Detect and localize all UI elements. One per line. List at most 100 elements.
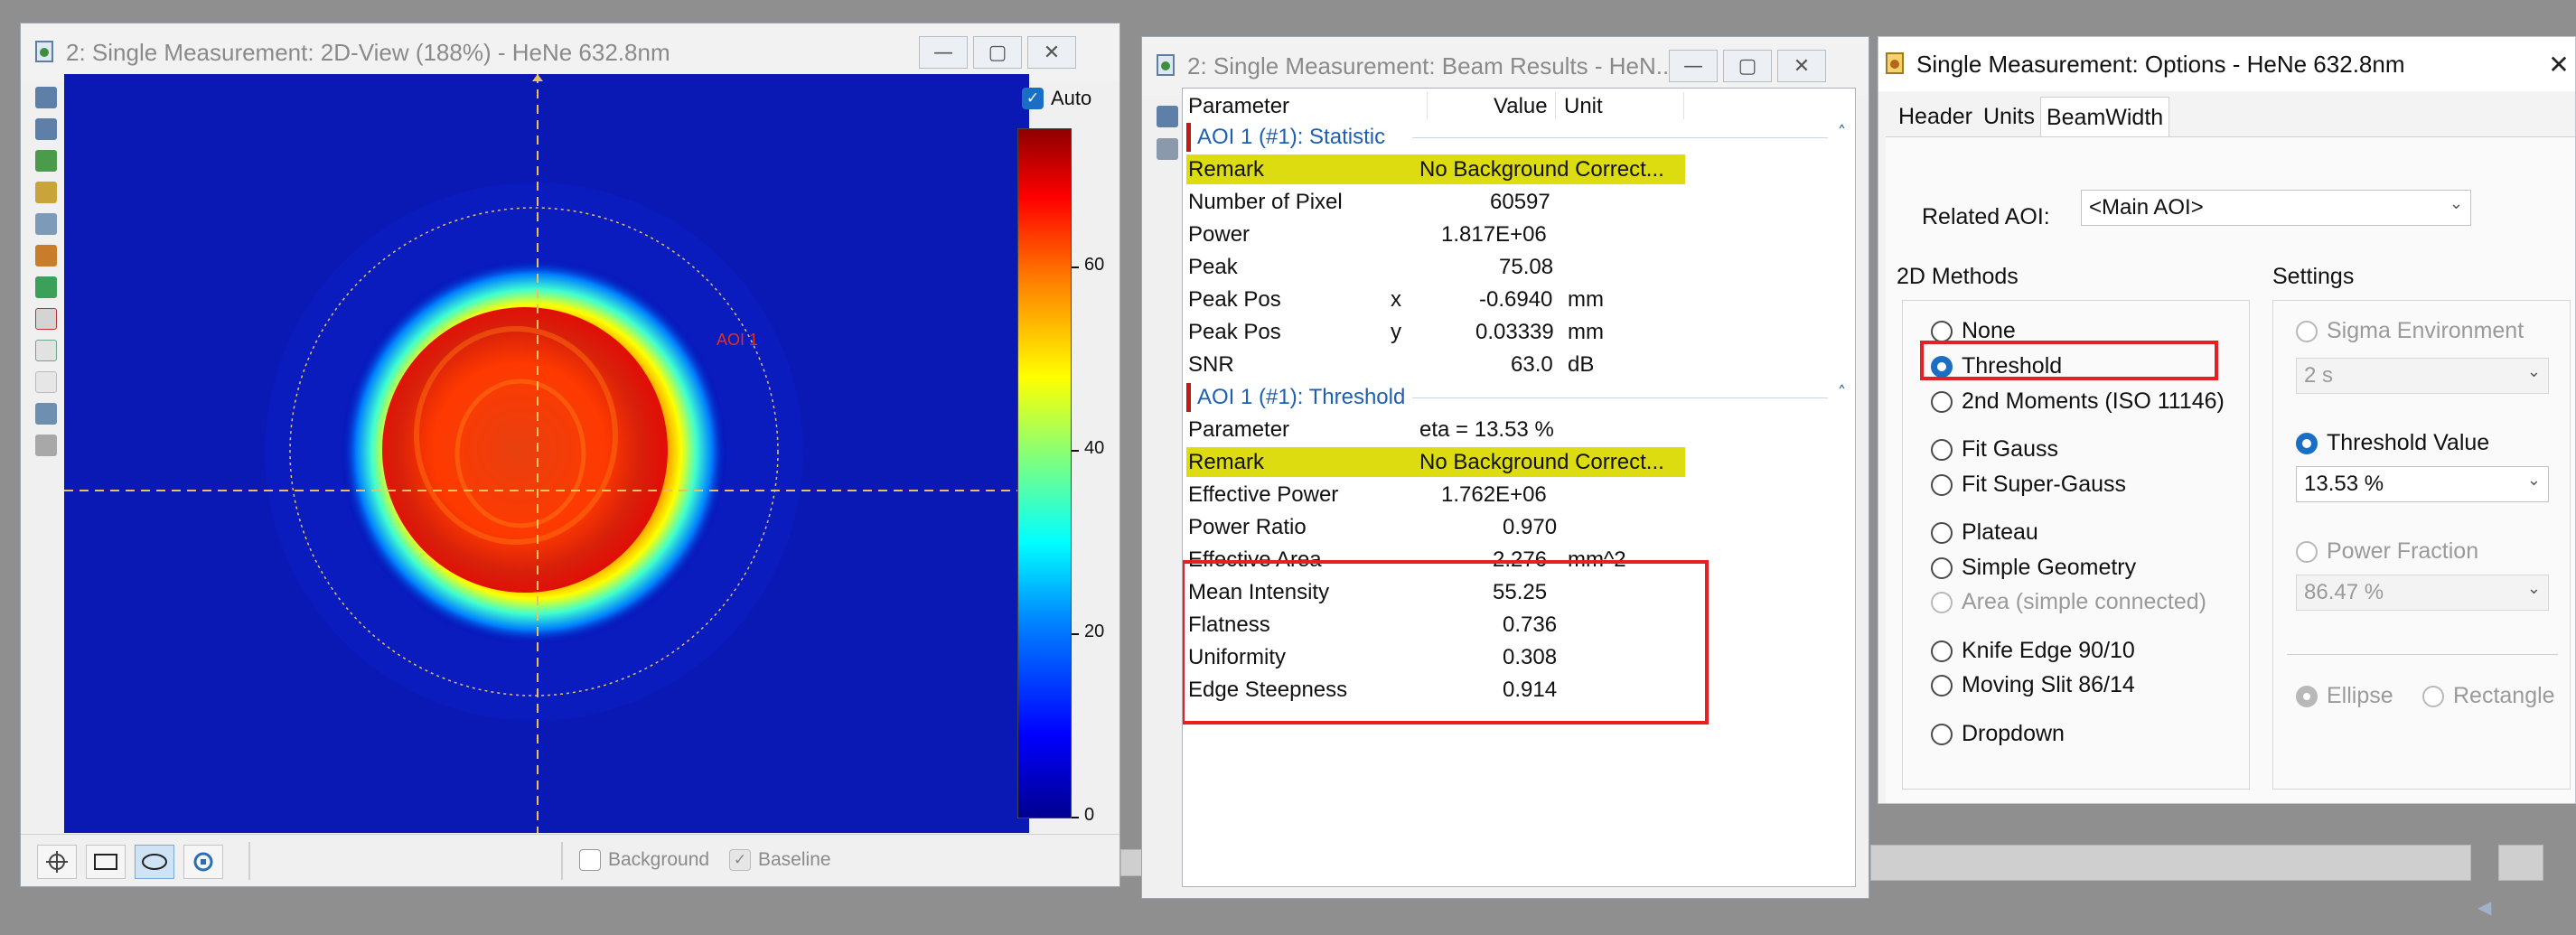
radio-label: Fit Super-Gauss [1962, 472, 2127, 497]
radio-label: Power Fraction [2327, 538, 2479, 564]
title-bar[interactable]: Single Measurement: Options - HeNe 632.8… [1878, 37, 2575, 91]
close-button[interactable]: ✕ [1027, 36, 1076, 69]
close-button[interactable]: ✕ [1777, 50, 1826, 82]
beam-image[interactable]: AOI 1 [64, 74, 1029, 833]
results-table[interactable]: Parameter Value Unit AOI 1 (#1): Statist… [1182, 88, 1856, 887]
minimize-button[interactable]: — [919, 36, 968, 69]
window-title: 2: Single Measurement: 2D-View (188%) - … [66, 38, 670, 66]
column-header-value[interactable]: Value [1494, 94, 1548, 119]
radio-power-fraction[interactable]: Power Fraction [2296, 538, 2478, 565]
section-marker [1186, 383, 1191, 412]
profile-icon[interactable] [35, 340, 57, 361]
minimize-button[interactable]: — [1669, 50, 1718, 82]
rectangle-tool-button[interactable] [86, 845, 126, 879]
blank-icon[interactable] [35, 371, 57, 393]
window-beam-results[interactable]: 2: Single Measurement: Beam Results - He… [1141, 36, 1869, 899]
collapse-caret-icon[interactable]: ˄ [1838, 123, 1846, 142]
table-header: Parameter Value Unit [1183, 89, 1855, 121]
view-bottom-toolbar: Background ✓ Baseline [21, 834, 1119, 886]
column-header-unit[interactable]: Unit [1564, 94, 1603, 119]
row-value: -0.6940 [1479, 287, 1553, 312]
title-bar[interactable]: 2: Single Measurement: 2D-View (188%) - … [21, 23, 1119, 81]
radio-label: Sigma Environment [2327, 318, 2524, 343]
section-threshold[interactable]: AOI 1 (#1): Threshold ˄ [1186, 381, 1855, 414]
row-name: Number of Pixel [1188, 190, 1343, 214]
radio-dropdown[interactable]: Dropdown [1931, 721, 2065, 747]
radio-plateau[interactable]: Plateau [1931, 519, 2038, 546]
radio-2nd-moments[interactable]: 2nd Moments (ISO 11146) [1931, 388, 2225, 415]
related-aoi-select[interactable]: <Main AOI> ⌄ [2081, 190, 2471, 226]
background-window-strip [1870, 845, 2471, 881]
settings-icon[interactable] [35, 435, 57, 456]
methods-title: 2D Methods [1897, 264, 2019, 289]
color-scale-bar [1017, 128, 1072, 818]
power-fraction-select[interactable]: 86.47 % ⌄ [2296, 575, 2549, 611]
radio-fit-super-gauss[interactable]: Fit Super-Gauss [1931, 472, 2126, 498]
save-icon[interactable] [1157, 106, 1178, 127]
column-header-parameter[interactable]: Parameter [1188, 94, 1289, 119]
save-all-icon[interactable] [35, 118, 57, 140]
color-map-icon[interactable] [35, 276, 57, 298]
maximize-button[interactable]: ▢ [1723, 50, 1772, 82]
refresh-icon[interactable] [35, 150, 57, 172]
settings-divider [2287, 654, 2558, 655]
table-row: Parameter eta = 13.53 % [1186, 414, 1855, 446]
ellipse-tool-button[interactable] [135, 845, 174, 879]
tab-units[interactable]: Units [1978, 97, 2040, 138]
section-statistic[interactable]: AOI 1 (#1): Statistic ˄ [1186, 121, 1855, 154]
chevron-down-icon: ⌄ [2526, 362, 2541, 381]
3d-view-icon[interactable] [35, 245, 57, 266]
settings-title: Settings [2272, 264, 2355, 289]
tab-header[interactable]: Header [1893, 97, 1978, 138]
image-icon[interactable] [35, 403, 57, 425]
threshold-value-select[interactable]: 13.53 % ⌄ [2296, 466, 2549, 502]
radio-simple-geometry[interactable]: Simple Geometry [1931, 555, 2136, 581]
chevron-down-icon: ⌄ [2526, 579, 2541, 598]
radio-area-simple-connected[interactable]: Area (simple connected) [1931, 589, 2206, 615]
close-icon[interactable]: ✕ [2543, 46, 2575, 82]
tab-beamwidth[interactable]: BeamWidth [2039, 97, 2170, 138]
watermark-logo: ◀ [2478, 898, 2492, 918]
radio-circle-icon [1931, 640, 1953, 662]
radio-label: Simple Geometry [1962, 555, 2137, 580]
radio-circle-icon [1931, 556, 1953, 579]
title-bar[interactable]: 2: Single Measurement: Beam Results - He… [1142, 37, 1869, 95]
eye-icon[interactable] [1157, 138, 1178, 160]
radio-rectangle[interactable]: Rectangle [2422, 683, 2555, 709]
radio-threshold-value[interactable]: Threshold Value [2296, 430, 2489, 456]
radio-circle-icon [1931, 591, 1953, 613]
rotate-tool-button[interactable] [183, 845, 223, 879]
background-checkbox[interactable]: Background [579, 849, 709, 871]
related-aoi-label: Related AOI: [1922, 204, 2050, 229]
checkmark-icon: ✓ [729, 849, 751, 871]
radio-fit-gauss[interactable]: Fit Gauss [1931, 436, 2058, 463]
radio-knife-edge[interactable]: Knife Edge 90/10 [1931, 638, 2135, 664]
collapse-caret-icon[interactable]: ˄ [1838, 383, 1846, 402]
row-value: 1.817E+06 [1441, 222, 1547, 247]
checkbox-icon [579, 849, 601, 871]
table-row: Peak Pos y 0.03339 mm [1186, 316, 1855, 349]
radio-ellipse[interactable]: Ellipse [2296, 683, 2393, 709]
column-divider [1555, 92, 1556, 119]
toolbar-separator [248, 842, 250, 880]
window-2d-view[interactable]: 2: Single Measurement: 2D-View (188%) - … [20, 23, 1120, 887]
window-options[interactable]: Single Measurement: Options - HeNe 632.8… [1878, 36, 2576, 804]
colorbar-label-20: 20 [1084, 622, 1105, 641]
auto-checkbox[interactable]: ✓ Auto [1022, 87, 1091, 110]
column-divider [1427, 92, 1428, 119]
save-icon[interactable] [35, 87, 57, 108]
radio-moving-slit[interactable]: Moving Slit 86/14 [1931, 672, 2135, 698]
sigma-select[interactable]: 2 s ⌄ [2296, 358, 2549, 394]
radio-label: Threshold Value [2327, 430, 2490, 455]
section-rule [1412, 397, 1828, 398]
function-icon[interactable] [35, 308, 57, 330]
move-icon[interactable] [35, 182, 57, 203]
radio-label: 2nd Moments (ISO 11146) [1962, 388, 2225, 414]
zoom-icon[interactable] [35, 213, 57, 235]
related-aoi-value: <Main AOI> [2089, 195, 2204, 220]
crosshair-tool-button[interactable] [37, 845, 77, 879]
table-row: Remark No Background Correct... [1186, 446, 1855, 479]
maximize-button[interactable]: ▢ [973, 36, 1022, 69]
radio-sigma-environment[interactable]: Sigma Environment [2296, 318, 2524, 344]
baseline-checkbox[interactable]: ✓ Baseline [729, 849, 831, 871]
